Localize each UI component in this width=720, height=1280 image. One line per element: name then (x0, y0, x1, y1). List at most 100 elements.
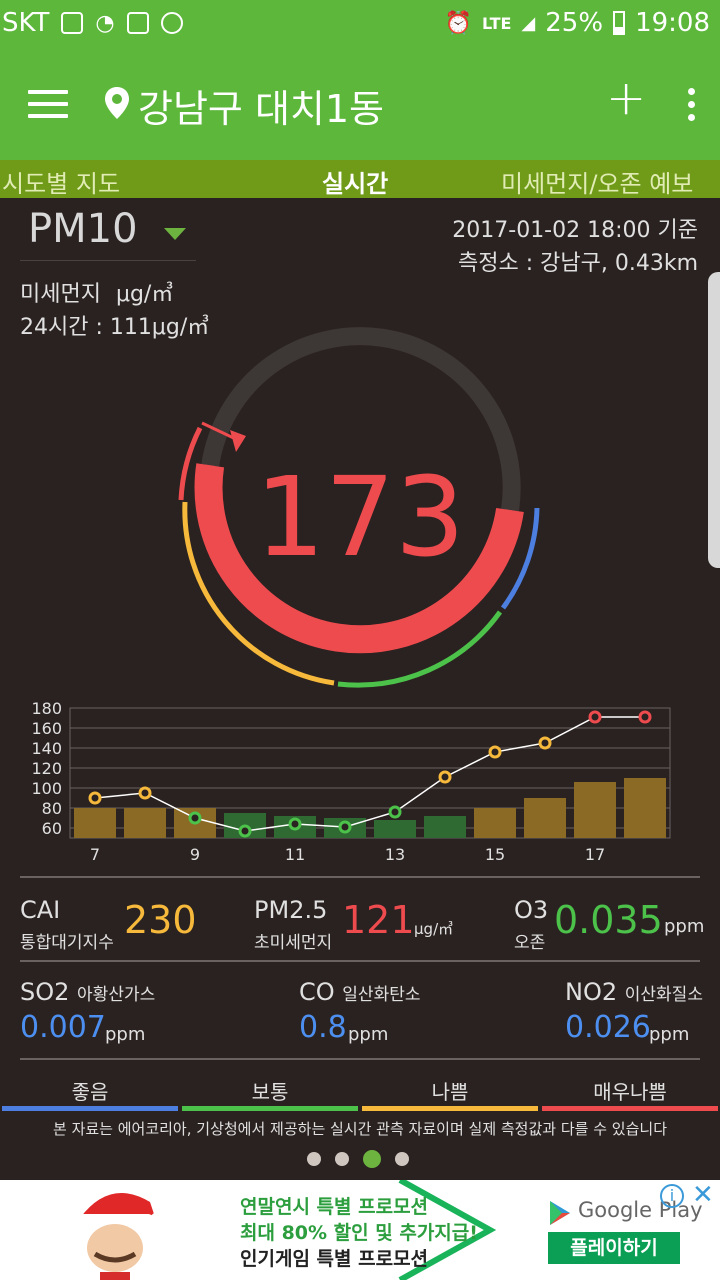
chart-point (438, 770, 452, 784)
add-icon[interactable]: + (606, 70, 646, 126)
ad-banner[interactable]: 연말연시 특별 프로모션 최대 80% 할인 및 추가지급! 인기게임 특별 프… (0, 1180, 720, 1280)
location-title[interactable]: 강남구 대치1동 (138, 78, 384, 133)
so2-title: SO2 (20, 978, 70, 1006)
o3-subtitle: 오존 (514, 933, 546, 953)
chart-xtick-label: 15 (485, 845, 505, 864)
side-panel-handle[interactable] (708, 272, 720, 568)
divider-bottom (20, 1058, 700, 1060)
pollutant-label: PM10 (28, 206, 138, 252)
tab-realtime[interactable]: 실시간 (322, 164, 388, 199)
tab-bar: 시도별 지도 실시간 미세먼지/오존 예보 (0, 160, 720, 198)
location-pin-icon (105, 87, 129, 119)
chart-xtick-label: 11 (285, 845, 305, 864)
legend-normal-label: 보통 (251, 1080, 289, 1104)
gallery-icon (61, 12, 84, 34)
cai-subtitle: 통합대기지수 (20, 933, 114, 953)
chart-point (538, 736, 552, 750)
chart-ytick-label: 140 (31, 739, 62, 758)
cafe-icon (160, 12, 183, 34)
pm25-unit: μg/㎥ (414, 920, 454, 938)
google-play-icon (550, 1201, 570, 1225)
chart-point (288, 817, 302, 831)
legend-good-label: 좋음 (71, 1080, 109, 1104)
chart-point (588, 710, 602, 724)
santa-character-image (76, 1193, 166, 1280)
dropdown-caret-icon (164, 228, 186, 240)
co-title: CO (299, 978, 335, 1006)
chart-xtick-label: 9 (190, 845, 200, 864)
pollutant-unit: μg/㎥ (115, 282, 174, 307)
legend-bad-bar (362, 1106, 538, 1111)
divider-top (20, 876, 700, 878)
chart-ytick-label: 180 (31, 700, 62, 718)
no2-value: 0.026 (565, 1010, 651, 1045)
chart-bar (524, 798, 566, 838)
chart-xtick-label: 13 (385, 845, 405, 864)
chart-point (338, 820, 352, 834)
divider-middle (20, 960, 700, 962)
no2-subtitle: 이산화질소 (624, 985, 703, 1005)
chart-bar (474, 808, 516, 838)
chart-ytick-label: 80 (42, 799, 62, 818)
page-indicator (307, 1150, 409, 1168)
battery-percent: 25% (545, 8, 604, 38)
chart-bar (424, 816, 466, 838)
chart-point (138, 786, 152, 800)
legend-normal-bar (182, 1106, 358, 1111)
more-options-icon[interactable] (688, 88, 696, 127)
ad-play-button[interactable]: 플레이하기 (548, 1232, 680, 1264)
co-subtitle: 일산화탄소 (342, 985, 421, 1005)
tab-map[interactable]: 시도별 지도 (2, 164, 120, 199)
chart-point (638, 710, 652, 724)
page-dot[interactable] (395, 1152, 409, 1166)
page-dot[interactable] (335, 1152, 349, 1166)
co-unit: ppm (348, 1024, 389, 1045)
pollutant-name: 미세먼지 (20, 282, 101, 307)
so2-subtitle: 아황산가스 (77, 985, 156, 1005)
chart-ytick-label: 160 (31, 719, 62, 738)
page-dot-active[interactable] (363, 1150, 381, 1168)
tab-forecast[interactable]: 미세먼지/오존 예보 (501, 164, 693, 199)
chart-point (488, 745, 502, 759)
chart-bar (624, 778, 666, 838)
chart-bar (374, 820, 416, 838)
chart-point (238, 824, 252, 838)
signal-icon: ◢ (521, 12, 536, 34)
o3-unit: ppm (664, 916, 705, 937)
co-value: 0.8 (299, 1010, 347, 1045)
co-title-row: CO 일산화탄소 (299, 978, 421, 1006)
no2-title-row: NO2 이산화질소 (565, 978, 703, 1006)
chart-xtick-label: 17 (585, 845, 605, 864)
chart-point (188, 811, 202, 825)
mail-icon (126, 12, 149, 34)
cai-title: CAI (20, 896, 61, 924)
no2-title: NO2 (565, 978, 618, 1006)
gauge-pointer (230, 430, 246, 452)
pm25-value: 121 (342, 898, 415, 942)
chart-ytick-label: 100 (31, 779, 62, 798)
page-dot[interactable] (307, 1152, 321, 1166)
so2-title-row: SO2 아황산가스 (20, 978, 155, 1006)
battery-icon (613, 11, 626, 35)
chart-point (388, 805, 402, 819)
pm-gauge: 173 (178, 327, 540, 688)
ad-close-icon[interactable]: ✕ (692, 1180, 714, 1210)
ad-info-icon[interactable]: i (660, 1184, 684, 1208)
legend-good-bar (2, 1106, 178, 1111)
ad-headline-3: 인기게임 특별 프로모션 (240, 1248, 429, 1270)
grade-legend: 좋음 보통 나쁨 매우나쁨 (0, 1076, 720, 1112)
menu-icon[interactable] (28, 90, 68, 118)
chart-point (88, 791, 102, 805)
chart-bar (574, 782, 616, 838)
network-label: LTE (482, 13, 512, 33)
disclaimer-text: 본 자료는 에어코리아, 기상청에서 제공하는 실시간 관측 자료이며 실제 측… (53, 1120, 667, 1138)
o3-value: 0.035 (554, 898, 663, 942)
pm25-title: PM2.5 (254, 896, 328, 924)
pollutant-selector[interactable]: PM10 (20, 204, 196, 261)
app-bar: 강남구 대치1동 + (0, 48, 720, 160)
legend-very-bad-bar (542, 1106, 718, 1111)
so2-value: 0.007 (20, 1010, 106, 1045)
chart-bar (74, 808, 116, 838)
station-info: 측정소 : 강남구, 0.43km (458, 251, 698, 276)
average-24h-label: 24시간 : (20, 315, 103, 340)
